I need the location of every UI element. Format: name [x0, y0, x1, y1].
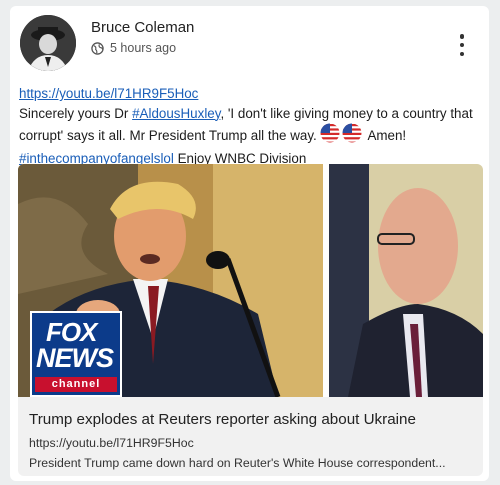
dot-icon [459, 34, 465, 39]
logo-text: NEWS [36, 343, 114, 373]
post-timestamp[interactable]: 5 hours ago [110, 41, 176, 55]
fox-news-logo: FOX NEWS channel [30, 311, 122, 397]
post-meta: 5 hours ago [91, 41, 176, 55]
more-options-button[interactable] [454, 32, 470, 58]
avatar[interactable] [20, 15, 76, 71]
post-link[interactable]: https://youtu.be/l71HR9F5Hoc [19, 86, 198, 101]
globe-icon [91, 41, 104, 55]
post-body: https://youtu.be/l71HR9F5Hoc Sincerely y… [19, 84, 479, 168]
post-text-segment: Amen! [364, 128, 407, 143]
preview-title[interactable]: Trump explodes at Reuters reporter askin… [29, 411, 416, 428]
preview-url: https://youtu.be/l71HR9F5Hoc [29, 436, 194, 450]
us-flag-emoji [320, 123, 364, 149]
dot-icon [459, 51, 465, 56]
post-text-segment: Sincerely yours Dr [19, 105, 133, 121]
dot-icon [459, 42, 465, 48]
link-preview[interactable]: FOX NEWS channel Trump explodes at Reute… [18, 164, 483, 476]
preview-description: President Trump came down hard on Reuter… [29, 456, 446, 470]
hashtag-link[interactable]: #AldousHuxley [132, 106, 220, 121]
post-card: Bruce Coleman 5 hours ago https://youtu.… [10, 6, 489, 481]
author-name[interactable]: Bruce Coleman [91, 19, 194, 36]
preview-image[interactable]: FOX NEWS channel [18, 164, 483, 398]
logo-text: channel [35, 377, 117, 392]
